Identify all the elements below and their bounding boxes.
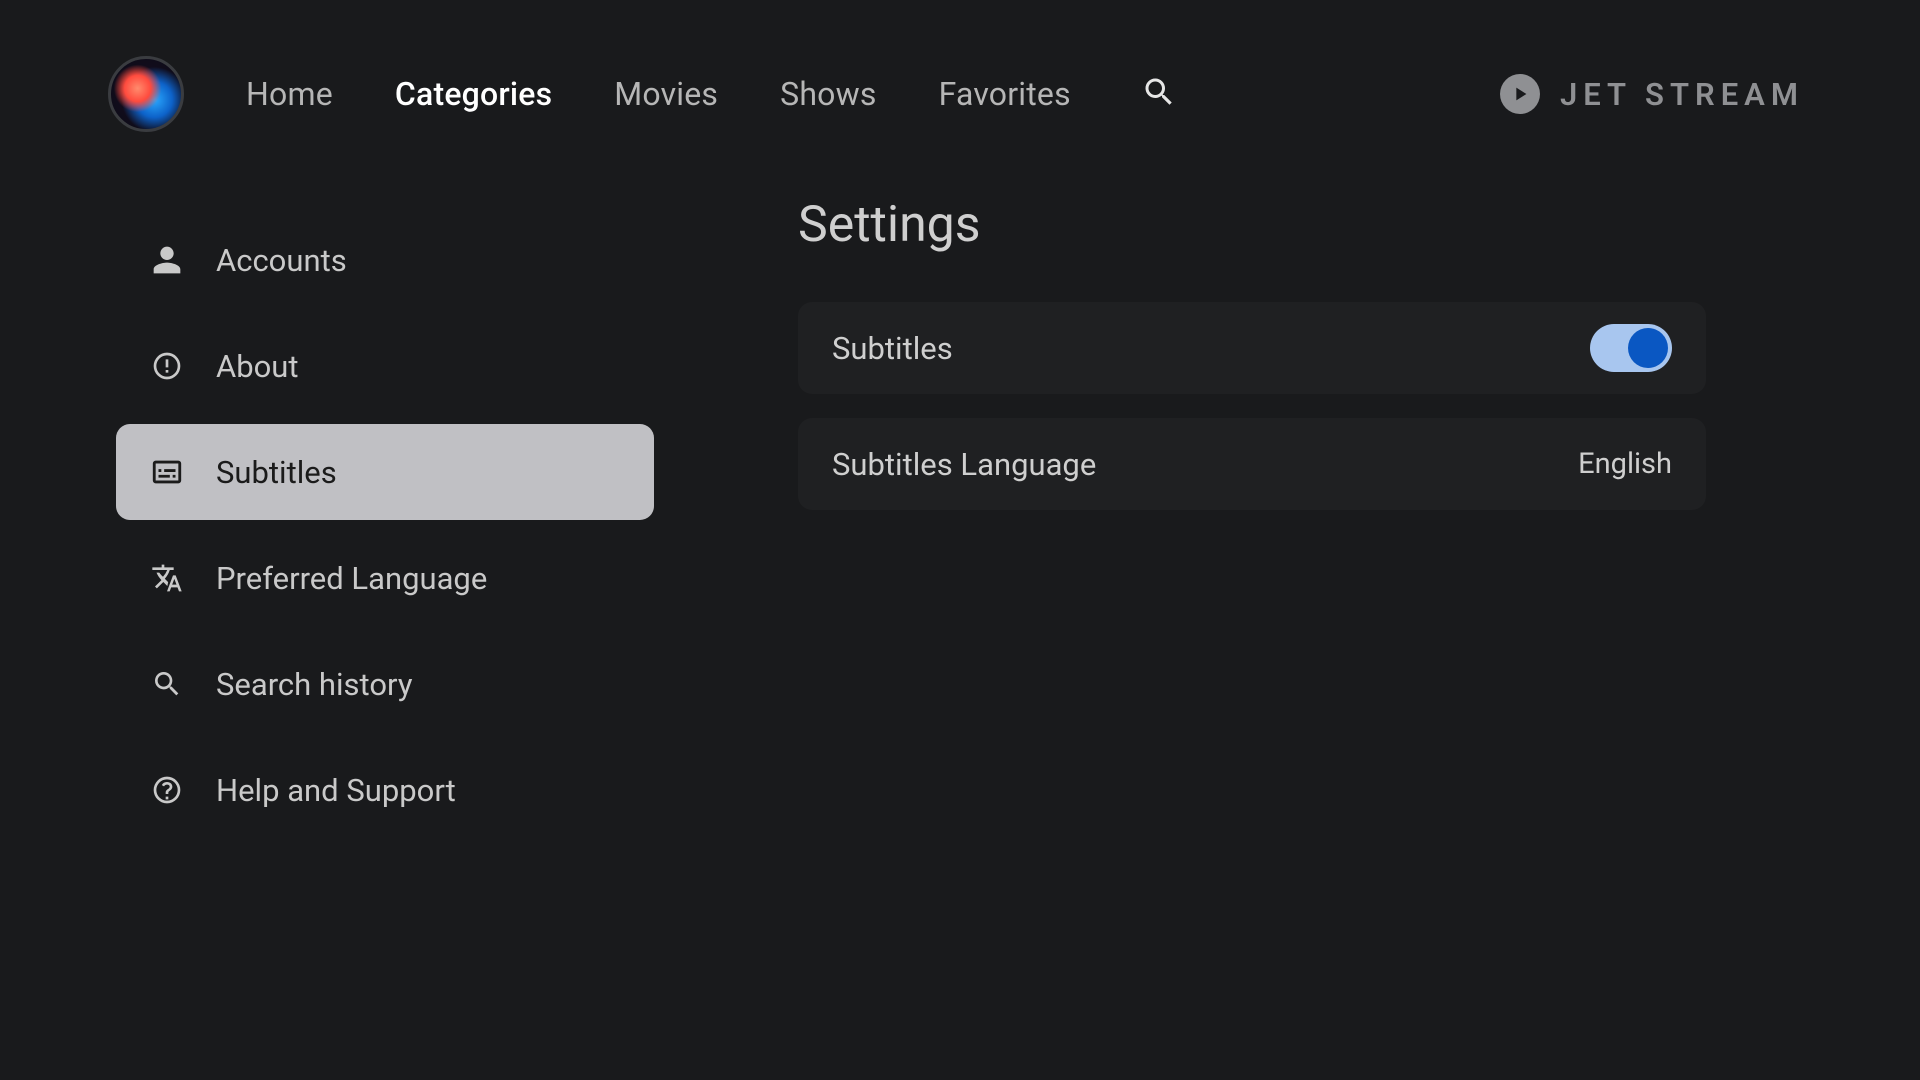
nav-item-favorites[interactable]: Favorites: [939, 75, 1071, 113]
avatar[interactable]: [108, 56, 184, 132]
brand-play-icon: [1500, 74, 1540, 114]
settings-sidebar: Accounts About Subtitles Preferred Langu…: [116, 212, 654, 848]
top-nav: Home Categories Movies Shows Favorites: [246, 74, 1177, 114]
sidebar-item-label: Preferred Language: [216, 560, 487, 597]
nav-item-movies[interactable]: Movies: [614, 75, 718, 113]
sidebar-item-label: Search history: [216, 666, 413, 703]
search-icon: [1141, 74, 1177, 114]
settings-panel: Settings Subtitles Subtitles Language En…: [798, 196, 1706, 534]
sidebar-item-label: Accounts: [216, 242, 347, 279]
subtitles-toggle[interactable]: [1590, 324, 1672, 372]
nav-item-categories[interactable]: Categories: [395, 75, 552, 113]
info-icon: [150, 349, 184, 383]
setting-label: Subtitles Language: [832, 446, 1096, 483]
setting-row-subtitles[interactable]: Subtitles: [798, 302, 1706, 394]
brand: JET STREAM: [1500, 74, 1804, 114]
sidebar-item-search-history[interactable]: Search history: [116, 636, 654, 732]
sidebar-item-preferred-language[interactable]: Preferred Language: [116, 530, 654, 626]
sidebar-item-help[interactable]: Help and Support: [116, 742, 654, 838]
setting-label: Subtitles: [832, 330, 953, 367]
sidebar-item-label: About: [216, 348, 299, 385]
subtitles-icon: [150, 455, 184, 489]
brand-name: JET STREAM: [1560, 76, 1804, 113]
setting-value: English: [1578, 447, 1672, 481]
nav-item-shows[interactable]: Shows: [780, 75, 876, 113]
person-icon: [150, 243, 184, 277]
topbar: Home Categories Movies Shows Favorites J…: [108, 54, 1804, 134]
setting-row-subtitles-language[interactable]: Subtitles Language English: [798, 418, 1706, 510]
nav-item-home[interactable]: Home: [246, 75, 333, 113]
sidebar-item-subtitles[interactable]: Subtitles: [116, 424, 654, 520]
sidebar-item-label: Subtitles: [216, 454, 337, 491]
sidebar-item-accounts[interactable]: Accounts: [116, 212, 654, 308]
sidebar-item-label: Help and Support: [216, 772, 456, 809]
page-title: Settings: [798, 196, 1706, 254]
search-icon: [150, 667, 184, 701]
help-icon: [150, 773, 184, 807]
translate-icon: [150, 561, 184, 595]
search-button[interactable]: [1141, 74, 1177, 114]
toggle-knob: [1628, 328, 1668, 368]
sidebar-item-about[interactable]: About: [116, 318, 654, 414]
